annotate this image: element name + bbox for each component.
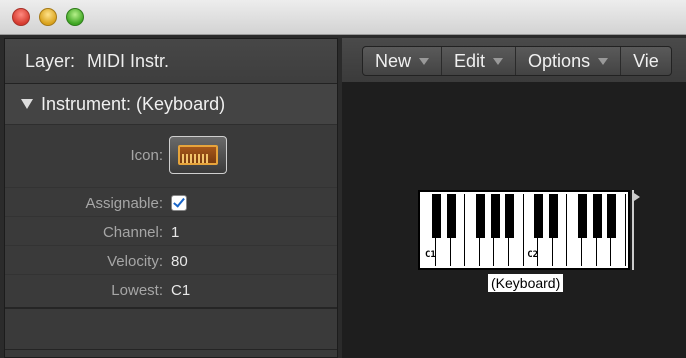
dropdown-arrow-icon xyxy=(419,57,430,65)
velocity-label: Velocity: xyxy=(107,252,163,270)
view-menu-label: Vie xyxy=(633,50,659,71)
row-divider xyxy=(5,187,337,188)
view-menu-button[interactable]: Vie xyxy=(621,47,671,75)
new-menu-label: New xyxy=(375,50,412,71)
black-key xyxy=(534,194,544,238)
black-key xyxy=(490,194,500,238)
keyboard-icon xyxy=(178,145,218,165)
section-divider xyxy=(5,307,337,309)
assignable-row: Assignable: xyxy=(5,191,337,215)
options-menu-label: Options xyxy=(528,50,591,71)
title-bar xyxy=(0,0,686,35)
lowest-value[interactable]: C1 xyxy=(171,282,190,299)
assignable-label: Assignable: xyxy=(85,194,163,212)
channel-label: Channel: xyxy=(102,223,163,241)
black-key xyxy=(578,194,588,238)
row-divider xyxy=(5,245,337,246)
layer-row[interactable]: Layer: MIDI Instr. xyxy=(5,39,337,84)
channel-row: Channel: 1 xyxy=(5,220,337,244)
row-divider xyxy=(5,216,337,217)
keyboard-object-name[interactable]: (Keyboard) xyxy=(488,274,564,292)
edit-menu-button[interactable]: Edit xyxy=(442,47,517,75)
instrument-parameters: Icon: Assignable: Channel: 1 Velocity: 8… xyxy=(5,125,337,350)
black-key xyxy=(475,194,485,238)
black-key xyxy=(446,194,456,238)
toolbar: New Edit Options Vie xyxy=(342,38,686,83)
dropdown-arrow-icon xyxy=(598,57,609,65)
close-window-button[interactable] xyxy=(12,8,30,26)
keyboard-object[interactable]: C1 C2 xyxy=(418,190,630,270)
velocity-row: Velocity: 80 xyxy=(5,249,337,273)
instrument-icon-button[interactable] xyxy=(169,136,227,174)
icon-row: Icon: xyxy=(5,135,337,175)
dropdown-arrow-icon xyxy=(493,57,504,65)
octave-label: C2 xyxy=(527,250,539,260)
channel-value[interactable]: 1 xyxy=(171,224,179,241)
lowest-row: Lowest: C1 xyxy=(5,278,337,302)
lowest-label: Lowest: xyxy=(111,281,163,299)
black-key xyxy=(592,194,602,238)
disclosure-triangle-icon[interactable] xyxy=(21,99,33,109)
octave-label: C1 xyxy=(425,250,436,260)
instrument-section-title: Instrument: (Keyboard) xyxy=(41,93,226,114)
black-key xyxy=(505,194,515,238)
assignable-checkbox[interactable] xyxy=(171,195,187,211)
new-menu-button[interactable]: New xyxy=(363,47,443,75)
environment-canvas[interactable]: C1 C2 (Keyboard) xyxy=(342,82,686,358)
minimize-window-button[interactable] xyxy=(39,8,57,26)
keyboard-range-handle[interactable] xyxy=(632,190,642,270)
menu-button-group: New Edit Options Vie xyxy=(362,46,672,76)
black-key xyxy=(432,194,442,238)
icon-label: Icon: xyxy=(130,146,163,164)
edit-menu-label: Edit xyxy=(454,50,486,71)
output-cable-icon[interactable] xyxy=(634,193,640,201)
velocity-value[interactable]: 80 xyxy=(171,253,188,270)
layer-label: Layer: xyxy=(25,50,76,71)
black-key xyxy=(607,194,617,238)
options-menu-button[interactable]: Options xyxy=(516,47,622,75)
layer-value[interactable]: MIDI Instr. xyxy=(87,51,169,72)
instrument-section-header[interactable]: Instrument: (Keyboard) xyxy=(5,84,337,125)
zoom-window-button[interactable] xyxy=(66,8,84,26)
row-divider xyxy=(5,274,337,275)
inspector-panel: Layer: MIDI Instr. Instrument: (Keyboard… xyxy=(4,38,338,358)
black-key xyxy=(548,194,558,238)
